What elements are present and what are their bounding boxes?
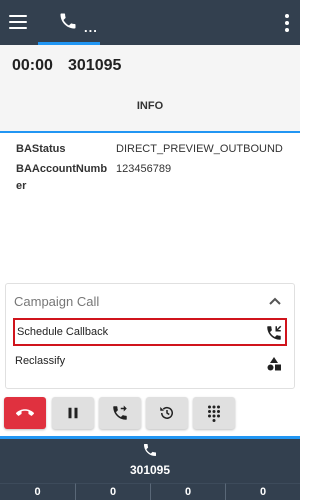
call-controls [0, 397, 300, 431]
call-number: 301095 [68, 57, 122, 74]
tab-info[interactable]: INFO [0, 100, 300, 112]
bottom-call-number: 301095 [129, 463, 171, 477]
tab-dots: ... [84, 20, 98, 35]
counter: 0 [75, 483, 150, 500]
phone-icon [144, 444, 156, 456]
hangup-icon [16, 409, 34, 416]
phone-callback-icon [267, 325, 282, 340]
counters: 0 0 0 0 [0, 483, 300, 500]
dialpad-icon [208, 405, 220, 422]
field-key: BAStatus [16, 143, 66, 155]
overflow-menu-button[interactable] [284, 14, 290, 32]
history-button[interactable] [146, 397, 188, 429]
hangup-button[interactable] [4, 397, 46, 429]
bottom-call-bar[interactable]: 301095 0 0 0 0 [0, 439, 300, 500]
pause-icon [68, 407, 78, 419]
dialpad-button[interactable] [193, 397, 235, 429]
counter: 0 [0, 483, 75, 500]
top-bar: ... [0, 0, 300, 45]
hamburger-icon [9, 15, 27, 17]
category-shapes-icon[interactable] [266, 356, 282, 372]
reclassify-button[interactable]: Reclassify [15, 355, 65, 367]
transfer-button[interactable] [99, 397, 141, 429]
hold-button[interactable] [52, 397, 94, 429]
field-row: BAAccountNumber 123456789 [16, 161, 296, 197]
history-icon [160, 406, 173, 419]
field-row: BAStatus DIRECT_PREVIEW_OUTBOUND [16, 141, 296, 158]
counter: 0 [225, 483, 300, 500]
kebab-icon [285, 14, 289, 18]
field-value: 123456789 [116, 163, 172, 175]
call-forward-icon [113, 405, 127, 420]
field-key: BAAccountNumber [16, 163, 108, 192]
schedule-callback-label: Schedule Callback [17, 326, 109, 338]
schedule-callback-button[interactable]: Schedule Callback [13, 318, 287, 346]
call-timer: 00:00 [12, 57, 53, 74]
tab-phone[interactable]: ... [38, 0, 100, 45]
campaign-panel: Campaign Call Schedule Callback Reclassi… [5, 283, 295, 389]
header-divider [0, 131, 300, 133]
menu-button[interactable] [8, 12, 30, 32]
counter: 0 [150, 483, 225, 500]
phone-icon [60, 13, 76, 29]
call-header: 00:00 301095 INFO [0, 45, 300, 133]
campaign-title: Campaign Call [14, 294, 100, 309]
chevron-up-icon[interactable] [268, 296, 282, 306]
field-value: DIRECT_PREVIEW_OUTBOUND [116, 143, 283, 155]
